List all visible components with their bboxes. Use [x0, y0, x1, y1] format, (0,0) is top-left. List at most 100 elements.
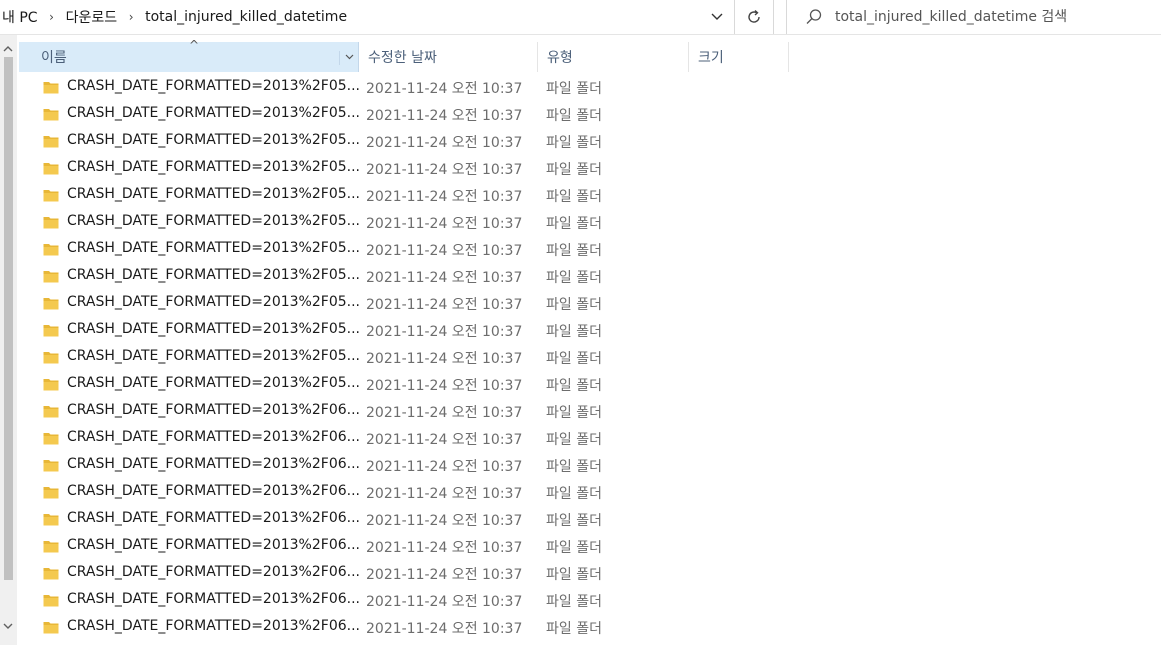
address-history-dropdown[interactable]	[700, 0, 733, 34]
breadcrumb-current-folder[interactable]: total_injured_killed_datetime	[141, 9, 351, 25]
address-bar[interactable]: 내 PC › 다운로드 › total_injured_killed_datet…	[0, 0, 733, 34]
file-date-modified: 2021-11-24 오전 10:37	[366, 81, 523, 97]
file-name: CRASH_DATE_FORMATTED=2013%2F05...	[67, 294, 360, 310]
file-date-modified: 2021-11-24 오전 10:37	[366, 108, 523, 124]
file-type: 파일 폴더	[546, 621, 602, 637]
file-date-modified: 2021-11-24 오전 10:37	[366, 135, 523, 151]
file-row[interactable]: CRASH_DATE_FORMATTED=2013%2F06... 2021-11…	[19, 478, 619, 505]
breadcrumb-chevron-icon[interactable]: ›	[121, 10, 141, 24]
scroll-up-icon[interactable]	[3, 45, 13, 52]
file-type: 파일 폴더	[546, 540, 602, 556]
file-row[interactable]: CRASH_DATE_FORMATTED=2013%2F06... 2021-11…	[19, 613, 619, 640]
file-row[interactable]: CRASH_DATE_FORMATTED=2013%2F05... 2021-11…	[19, 343, 619, 370]
scroll-thumb[interactable]	[4, 57, 13, 580]
search-icon	[806, 9, 822, 24]
breadcrumb-this-pc[interactable]: 내 PC	[0, 7, 42, 27]
file-row[interactable]: CRASH_DATE_FORMATTED=2013%2F05... 2021-11…	[19, 262, 619, 289]
scroll-down-icon[interactable]	[3, 623, 13, 630]
file-name: CRASH_DATE_FORMATTED=2013%2F05...	[67, 159, 360, 175]
file-row[interactable]: CRASH_DATE_FORMATTED=2013%2F05... 2021-11…	[19, 127, 619, 154]
file-type: 파일 폴더	[546, 81, 602, 97]
file-row[interactable]: CRASH_DATE_FORMATTED=2013%2F06... 2021-11…	[19, 424, 619, 451]
file-name: CRASH_DATE_FORMATTED=2013%2F05...	[67, 105, 360, 121]
file-row[interactable]: CRASH_DATE_FORMATTED=2013%2F05... 2021-11…	[19, 73, 619, 100]
file-date-modified: 2021-11-24 오전 10:37	[366, 405, 523, 421]
file-row[interactable]: CRASH_DATE_FORMATTED=2013%2F05... 2021-11…	[19, 235, 619, 262]
file-name: CRASH_DATE_FORMATTED=2013%2F06...	[67, 591, 360, 607]
column-header-date-label: 수정한 날짜	[368, 50, 437, 66]
vertical-scrollbar[interactable]	[0, 35, 17, 645]
file-name: CRASH_DATE_FORMATTED=2013%2F05...	[67, 132, 360, 148]
file-row[interactable]: CRASH_DATE_FORMATTED=2013%2F05... 2021-11…	[19, 100, 619, 127]
file-type: 파일 폴더	[546, 243, 602, 259]
explorer-toolbar: 내 PC › 다운로드 › total_injured_killed_datet…	[0, 0, 1161, 35]
file-date-modified: 2021-11-24 오전 10:37	[366, 540, 523, 556]
file-date-modified: 2021-11-24 오전 10:37	[366, 486, 523, 502]
file-name: CRASH_DATE_FORMATTED=2013%2F06...	[67, 402, 360, 418]
folder-icon	[43, 622, 59, 634]
file-row[interactable]: CRASH_DATE_FORMATTED=2013%2F06... 2021-11…	[19, 559, 619, 586]
file-name: CRASH_DATE_FORMATTED=2013%2F06...	[67, 483, 360, 499]
column-header-name-label: 이름	[41, 50, 67, 66]
file-row[interactable]: CRASH_DATE_FORMATTED=2013%2F06... 2021-11…	[19, 586, 619, 613]
file-list: CRASH_DATE_FORMATTED=2013%2F05... 2021-11…	[19, 73, 789, 640]
file-row[interactable]: CRASH_DATE_FORMATTED=2013%2F06... 2021-11…	[19, 451, 619, 478]
file-row[interactable]: CRASH_DATE_FORMATTED=2013%2F05... 2021-11…	[19, 316, 619, 343]
search-box[interactable]	[786, 0, 1161, 34]
file-name: CRASH_DATE_FORMATTED=2013%2F06...	[67, 510, 360, 526]
column-header-size-label: 크기	[698, 50, 724, 66]
file-row[interactable]: CRASH_DATE_FORMATTED=2013%2F06... 2021-11…	[19, 397, 619, 424]
file-row[interactable]: CRASH_DATE_FORMATTED=2013%2F05... 2021-11…	[19, 289, 619, 316]
refresh-icon	[748, 9, 760, 23]
file-name: CRASH_DATE_FORMATTED=2013%2F06...	[67, 618, 360, 634]
folder-icon	[43, 433, 59, 445]
file-date-modified: 2021-11-24 오전 10:37	[366, 378, 523, 394]
folder-icon	[43, 298, 59, 310]
file-type: 파일 폴더	[546, 459, 602, 475]
file-row[interactable]: CRASH_DATE_FORMATTED=2013%2F06... 2021-11…	[19, 505, 619, 532]
file-name: CRASH_DATE_FORMATTED=2013%2F05...	[67, 240, 360, 256]
file-type: 파일 폴더	[546, 324, 602, 340]
file-type: 파일 폴더	[546, 270, 602, 286]
search-input[interactable]	[835, 7, 1155, 27]
folder-icon	[43, 514, 59, 526]
folder-icon	[43, 109, 59, 121]
folder-icon	[43, 82, 59, 94]
column-header-date-modified[interactable]: 수정한 날짜	[360, 42, 538, 72]
column-header-type-label: 유형	[547, 50, 573, 66]
file-row[interactable]: CRASH_DATE_FORMATTED=2013%2F05... 2021-11…	[19, 181, 619, 208]
file-row[interactable]: CRASH_DATE_FORMATTED=2013%2F06... 2021-11…	[19, 532, 619, 559]
file-row[interactable]: CRASH_DATE_FORMATTED=2013%2F05... 2021-11…	[19, 154, 619, 181]
file-name: CRASH_DATE_FORMATTED=2013%2F06...	[67, 456, 360, 472]
file-date-modified: 2021-11-24 오전 10:37	[366, 162, 523, 178]
column-header-size[interactable]: 크기	[690, 42, 789, 72]
file-date-modified: 2021-11-24 오전 10:37	[366, 189, 523, 205]
folder-icon	[43, 460, 59, 472]
file-date-modified: 2021-11-24 오전 10:37	[366, 324, 523, 340]
breadcrumb-chevron-icon[interactable]: ›	[42, 10, 62, 24]
folder-icon	[43, 352, 59, 364]
file-name: CRASH_DATE_FORMATTED=2013%2F06...	[67, 564, 360, 580]
file-type: 파일 폴더	[546, 567, 602, 583]
file-date-modified: 2021-11-24 오전 10:37	[366, 270, 523, 286]
refresh-button[interactable]	[734, 0, 774, 34]
folder-icon	[43, 244, 59, 256]
file-type: 파일 폴더	[546, 378, 602, 394]
file-name: CRASH_DATE_FORMATTED=2013%2F05...	[67, 321, 360, 337]
folder-icon	[43, 406, 59, 418]
file-type: 파일 폴더	[546, 405, 602, 421]
column-header-name[interactable]: ^ 이름	[19, 38, 359, 72]
file-name: CRASH_DATE_FORMATTED=2013%2F05...	[67, 375, 360, 391]
file-type: 파일 폴더	[546, 135, 602, 151]
file-type: 파일 폴더	[546, 297, 602, 313]
column-filter-dropdown[interactable]	[339, 51, 358, 65]
breadcrumb-downloads[interactable]: 다운로드	[62, 7, 122, 27]
file-type: 파일 폴더	[546, 432, 602, 448]
folder-icon	[43, 136, 59, 148]
file-row[interactable]: CRASH_DATE_FORMATTED=2013%2F05... 2021-11…	[19, 208, 619, 235]
folder-icon	[43, 325, 59, 337]
file-row[interactable]: CRASH_DATE_FORMATTED=2013%2F05... 2021-11…	[19, 370, 619, 397]
sort-ascending-icon: ^	[189, 38, 200, 52]
file-name: CRASH_DATE_FORMATTED=2013%2F05...	[67, 78, 360, 94]
column-header-type[interactable]: 유형	[539, 42, 689, 72]
